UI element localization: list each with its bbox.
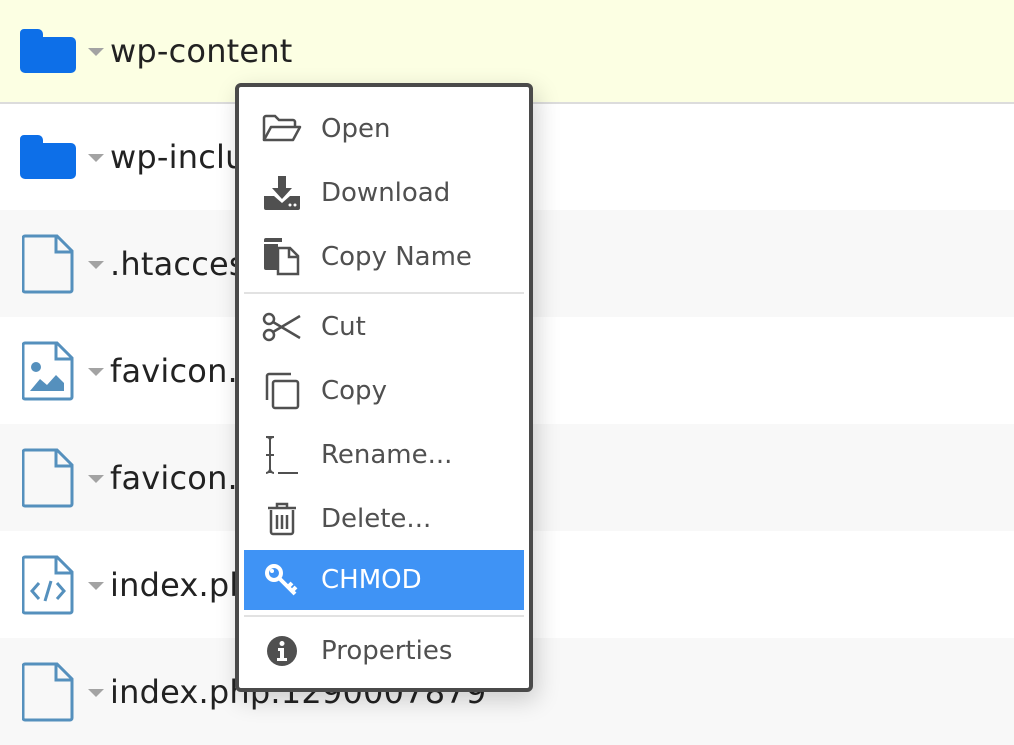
file-name: index.ph [110, 565, 250, 604]
folder-icon [20, 14, 76, 88]
menu-item-chmod[interactable]: CHMOD [244, 550, 524, 610]
menu-item-properties[interactable]: Properties [244, 621, 524, 681]
file-name: wp-content [110, 32, 293, 70]
menu-item-rename[interactable]: Rename... [244, 425, 524, 485]
trash-icon [260, 497, 304, 541]
menu-separator [244, 292, 524, 294]
copy-icon [260, 369, 304, 413]
menu-item-copy-name[interactable]: Copy Name [244, 227, 524, 287]
caret-down-icon[interactable] [88, 367, 104, 376]
file-icon [20, 441, 76, 515]
scissors-icon [260, 305, 304, 349]
file-name: .htacces [110, 244, 246, 283]
copy-name-icon [260, 235, 304, 279]
image-file-icon [20, 334, 76, 408]
file-name: favicon. [110, 458, 238, 497]
menu-item-open[interactable]: Open [244, 99, 524, 159]
folder-icon [20, 120, 76, 194]
key-icon [260, 558, 304, 602]
menu-separator [244, 615, 524, 617]
file-name: favicon. [110, 351, 238, 390]
menu-item-download[interactable]: Download [244, 163, 524, 223]
file-icon [20, 655, 76, 729]
caret-down-icon[interactable] [88, 581, 104, 590]
menu-item-cut[interactable]: Cut [244, 297, 524, 357]
folder-open-icon [260, 107, 304, 151]
download-icon [260, 171, 304, 215]
rename-cursor-icon [260, 433, 304, 477]
code-file-icon [20, 548, 76, 622]
caret-down-icon[interactable] [88, 154, 104, 162]
file-icon [20, 227, 76, 301]
caret-down-icon[interactable] [88, 688, 104, 697]
caret-down-icon[interactable] [88, 48, 104, 56]
menu-item-delete[interactable]: Delete... [244, 489, 524, 549]
info-icon [260, 629, 304, 673]
menu-item-copy[interactable]: Copy [244, 361, 524, 421]
caret-down-icon[interactable] [88, 260, 104, 269]
context-menu: Open Download Copy Name Cut Copy Rename.… [235, 83, 533, 692]
file-name: wp-inclu [110, 138, 246, 176]
caret-down-icon[interactable] [88, 474, 104, 483]
